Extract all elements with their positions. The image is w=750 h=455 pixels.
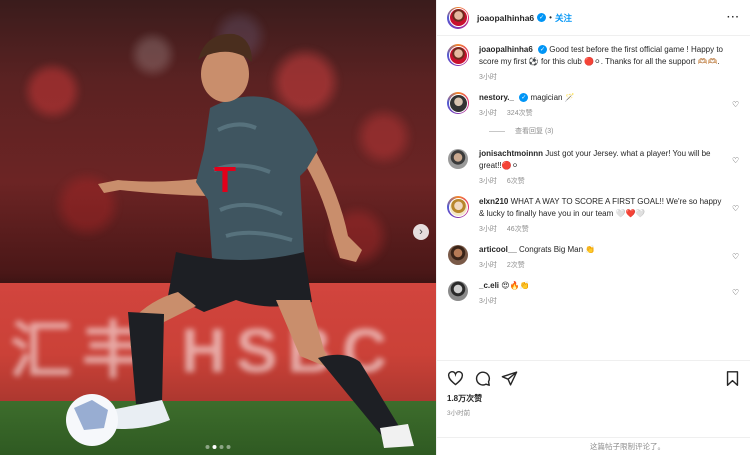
post-timestamp: 3小时前 (447, 410, 471, 417)
verified-badge-icon: ✓ (519, 93, 529, 103)
chevron-right-icon: › (419, 225, 423, 238)
carousel-dot (205, 445, 210, 449)
comment-item: elxn210 WHAT A WAY TO SCORE A FIRST GOAL… (447, 196, 740, 234)
commenter-avatar[interactable] (447, 92, 469, 114)
comment-text: WHAT A WAY TO SCORE A FIRST GOAL!! We're… (479, 197, 722, 218)
post-photo[interactable]: 汇丰 HSBC T › (0, 0, 436, 455)
comment-time: 3小时 (479, 298, 497, 305)
share-paper-plane-icon[interactable] (501, 370, 518, 387)
carousel-dot (219, 445, 224, 449)
comment-username[interactable]: nestory._ (479, 93, 514, 102)
comment-item: articool__ Congrats Big Man 👏 3小时 2次赞 ♡ (447, 244, 740, 270)
more-options-icon[interactable]: ··· (727, 12, 740, 23)
author-username[interactable]: joaopalhinha6 (477, 13, 534, 23)
author-avatar[interactable] (447, 6, 469, 29)
comments-list: joaopalhinha6 ✓ Good test before the fir… (437, 36, 750, 356)
comment-likes[interactable]: 2次赞 (507, 260, 525, 270)
comment-time: 3小时 (479, 262, 497, 269)
carousel-dot (226, 445, 231, 449)
heart-icon[interactable]: ♡ (732, 289, 740, 297)
comments-limited-notice: 这篇帖子限制评论了。 (437, 437, 750, 455)
carousel-indicator (205, 445, 231, 449)
comment-item: _c.eli 😍🔥👏 3小时 ♡ (447, 280, 740, 306)
view-replies-button[interactable]: 查看回复 (3) (489, 126, 740, 136)
commenter-avatar[interactable] (447, 244, 469, 266)
comment-likes[interactable]: 6次赞 (507, 176, 525, 186)
caption-time: 3小时 (479, 74, 497, 81)
comment-time: 3小时 (479, 226, 497, 233)
comment-username[interactable]: elxn210 (479, 197, 508, 206)
heart-icon[interactable]: ♡ (732, 157, 740, 165)
commenter-avatar[interactable] (447, 280, 469, 302)
separator-dot: • (549, 13, 552, 22)
verified-badge-icon: ✓ (538, 45, 548, 55)
instagram-post-viewer: 汇丰 HSBC T › joaopalhinha6 ✓ • 关注 ··· joa… (0, 0, 750, 455)
commenter-avatar[interactable] (447, 148, 469, 170)
carousel-dot-active (212, 445, 217, 449)
comment-item: nestory._ ✓ magician 🪄 3小时 324次赞 ♡ (447, 92, 740, 118)
like-heart-icon[interactable] (447, 370, 464, 387)
jersey-sponsor-letter: T (214, 159, 236, 200)
comment-text: 😍🔥👏 (501, 281, 530, 290)
comment-time: 3小时 (479, 110, 497, 117)
comment-username[interactable]: _c.eli (479, 281, 499, 290)
caption-text-block: joaopalhinha6 ✓ Good test before the fir… (479, 44, 726, 68)
view-replies-label: 查看回复 (3) (515, 128, 554, 135)
comment-likes[interactable]: 324次赞 (507, 108, 533, 118)
like-count[interactable]: 1.8万次赞 (447, 393, 741, 404)
verified-badge-icon: ✓ (537, 13, 547, 22)
commenter-avatar[interactable] (447, 196, 469, 218)
post-header: joaopalhinha6 ✓ • 关注 ··· (437, 0, 750, 36)
heart-icon[interactable]: ♡ (732, 253, 740, 261)
comment-username[interactable]: jonisachtmoinnn (479, 149, 543, 158)
comment-text: magician 🪄 (530, 93, 575, 102)
heart-icon[interactable]: ♡ (732, 101, 740, 109)
post-sidebar: joaopalhinha6 ✓ • 关注 ··· joaopalhinha6 ✓… (436, 0, 750, 455)
carousel-next-button[interactable]: › (413, 224, 429, 240)
comment-username[interactable]: articool__ (479, 245, 517, 254)
follow-button[interactable]: 关注 (555, 12, 572, 24)
post-caption: joaopalhinha6 ✓ Good test before the fir… (447, 44, 740, 82)
heart-icon[interactable]: ♡ (732, 205, 740, 213)
comment-time: 3小时 (479, 178, 497, 185)
comments-limited-text: 这篇帖子限制评论了。 (590, 442, 665, 451)
comment-bubble-icon[interactable] (474, 370, 491, 387)
bookmark-icon[interactable] (724, 370, 741, 387)
replies-divider (489, 130, 505, 132)
football-player-figure: T (66, 33, 414, 448)
comment-likes[interactable]: 46次赞 (507, 224, 529, 234)
caption-avatar[interactable] (447, 44, 469, 66)
comment-item: jonisachtmoinnn Just got your Jersey. wh… (447, 148, 740, 186)
post-actions-bar: 1.8万次赞 3小时前 (437, 360, 750, 417)
comment-text: Congrats Big Man 👏 (519, 245, 596, 254)
caption-username[interactable]: joaopalhinha6 (479, 45, 533, 54)
